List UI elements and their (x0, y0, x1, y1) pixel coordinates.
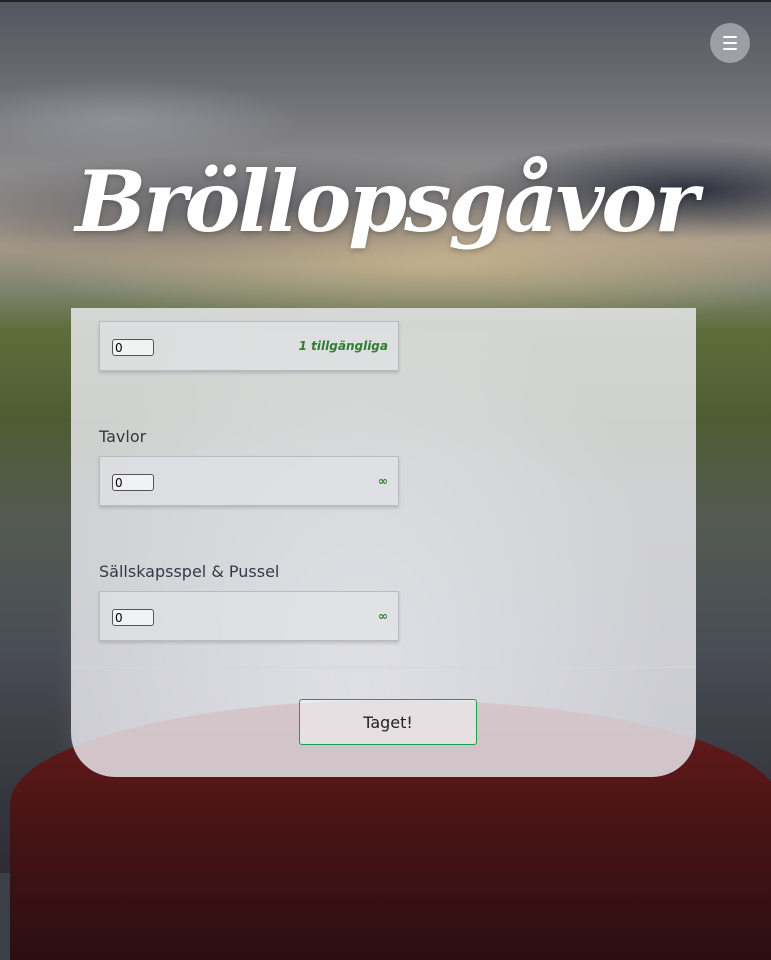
gift-item-box: 1 tillgängliga (99, 321, 399, 371)
quantity-input[interactable] (112, 609, 154, 626)
quantity-input[interactable] (112, 474, 154, 491)
gift-item-label: Tavlor (99, 427, 147, 446)
top-border (0, 0, 771, 2)
gift-item-box: ∞ (99, 456, 399, 506)
gift-form-card: 1 tillgängliga Tavlor ∞ Sällskapsspel & … (71, 308, 696, 777)
gift-item-label: Sällskapsspel & Pussel (99, 562, 280, 581)
availability-label: ∞ (378, 474, 388, 488)
availability-label: ∞ (378, 609, 388, 623)
submit-button[interactable]: Taget! (299, 699, 477, 745)
page-title: Bröllopsgåvor (75, 152, 698, 251)
divider (71, 667, 696, 668)
availability-label: 1 tillgängliga (298, 339, 388, 353)
hamburger-menu-icon (723, 34, 737, 52)
menu-button[interactable] (710, 23, 750, 63)
gift-item-box: ∞ (99, 591, 399, 641)
quantity-input[interactable] (112, 339, 154, 356)
